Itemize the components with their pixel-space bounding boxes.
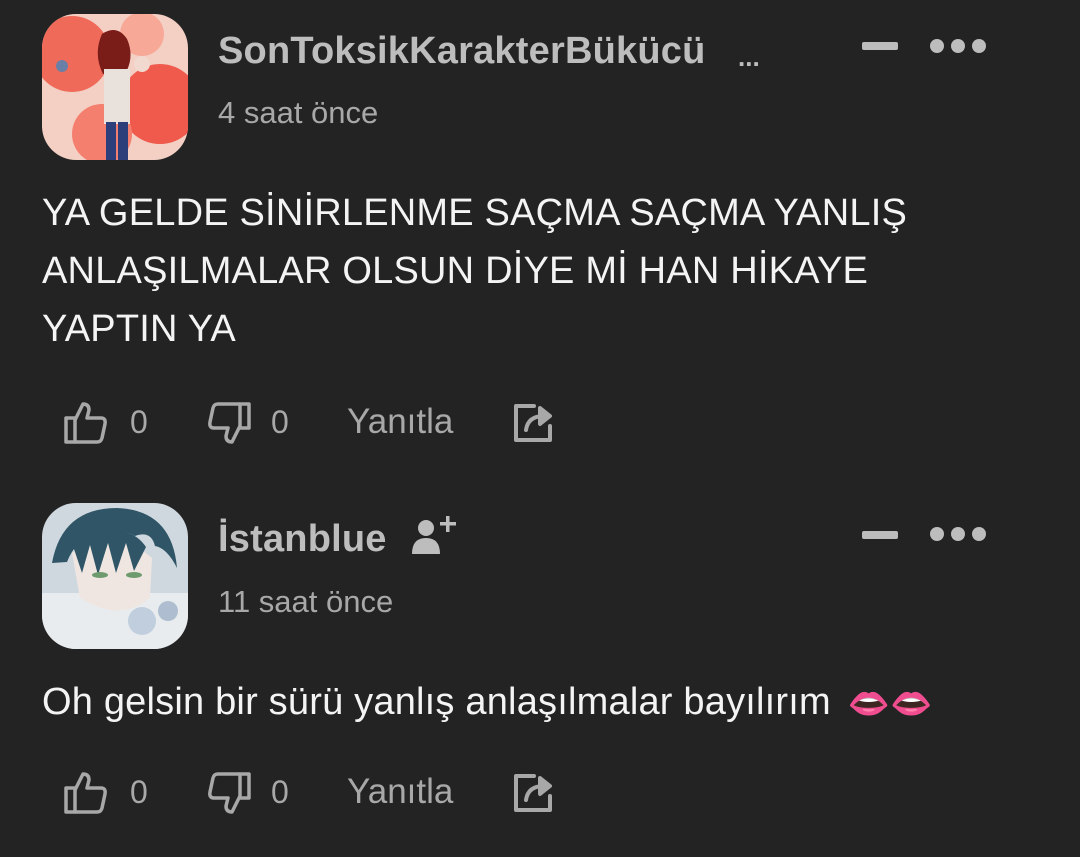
timestamp: 4 saat önce bbox=[218, 95, 379, 130]
share-icon bbox=[514, 774, 552, 812]
comment-actions: 0 0 Yanıtla bbox=[0, 394, 1080, 454]
follow-button[interactable] bbox=[410, 512, 460, 556]
like-count: 0 bbox=[130, 774, 148, 810]
dislike-count: 0 bbox=[271, 774, 289, 810]
more-options-button[interactable] bbox=[928, 524, 988, 544]
username[interactable]: İstanblue bbox=[218, 518, 387, 561]
lips-emoji: 👄👄 bbox=[847, 683, 933, 724]
thumbs-down-icon bbox=[208, 772, 251, 814]
comment-text: Oh gelsin bir sürü yanlış anlaşılmalar b… bbox=[42, 673, 1032, 733]
username[interactable]: SonToksikKarakterBükücü bbox=[218, 30, 706, 73]
comment-actions: 0 0 Yanıtla bbox=[0, 764, 1080, 824]
thumbs-up-icon bbox=[64, 772, 107, 814]
user-avatar[interactable] bbox=[42, 14, 188, 160]
dislike-button[interactable] bbox=[205, 400, 253, 453]
dislike-button[interactable] bbox=[205, 770, 253, 823]
like-count: 0 bbox=[130, 404, 148, 440]
thumbs-down-icon bbox=[208, 402, 251, 444]
timestamp: 11 saat önce bbox=[218, 584, 394, 619]
share-button[interactable] bbox=[512, 400, 558, 449]
dislike-count: 0 bbox=[271, 404, 289, 440]
share-icon bbox=[514, 404, 552, 442]
like-button[interactable] bbox=[62, 768, 110, 821]
reply-button[interactable]: Yanıtla bbox=[347, 772, 453, 812]
like-button[interactable] bbox=[62, 398, 110, 451]
username-truncation: ... bbox=[738, 42, 760, 72]
user-avatar[interactable] bbox=[42, 503, 188, 649]
thumbs-up-icon bbox=[64, 402, 107, 444]
add-user-icon bbox=[412, 516, 456, 554]
collapse-button[interactable] bbox=[862, 42, 898, 50]
collapse-button[interactable] bbox=[862, 531, 898, 539]
comment-text-content: Oh gelsin bir sürü yanlış anlaşılmalar b… bbox=[42, 681, 831, 723]
share-button[interactable] bbox=[512, 770, 558, 819]
comment-text: YA GELDE SİNİRLENME SAÇMA SAÇMA YANLIŞ A… bbox=[42, 192, 907, 350]
reply-button[interactable]: Yanıtla bbox=[347, 402, 453, 442]
more-options-button[interactable] bbox=[928, 36, 988, 56]
